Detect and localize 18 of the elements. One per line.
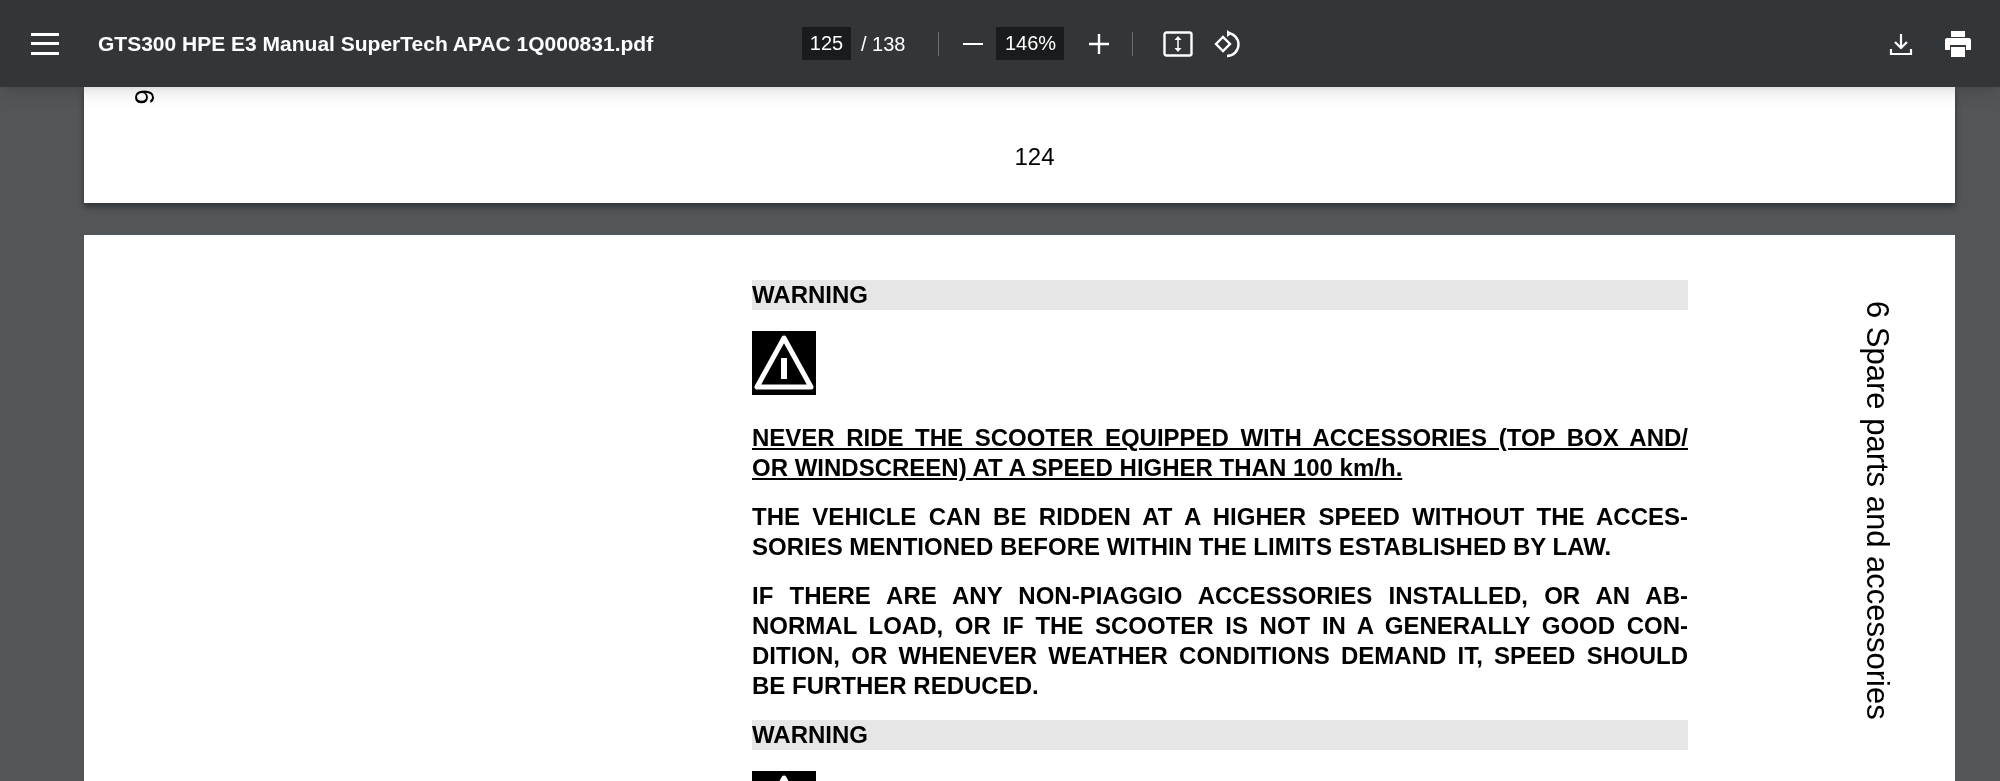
page-count: / 138 <box>861 31 906 57</box>
warning-text: IF THERE ARE ANY NON-PIAGGIO ACCESSORIES INSTALLED, OR AN AB- NORMAL LOAD, OR IF THE SCOOTER IS NOT IN A GENERALLY GOOD CON- DITION, OR WHENEVER WEATHER CONDITIONS DEMAND IT, SPEED SHOULD BE FURTHER REDUCED. <box>752 581 1688 701</box>
page-number: 124 <box>1014 142 1055 172</box>
document-title: GTS300 HPE E3 Manual SuperTech APAC 1Q000831.pdf <box>98 30 655 57</box>
zoom-field[interactable]: 146% <box>996 27 1065 60</box>
chapter-title: 6 Spare parts and accessories <box>1862 301 1893 720</box>
zoom-in-icon[interactable] <box>1088 32 1111 55</box>
chapter-number: 6 <box>130 89 158 105</box>
page-number-field[interactable]: 125 <box>802 27 851 60</box>
warning-heading: WARNING <box>752 280 1688 310</box>
warning-heading: WARNING <box>752 720 1688 750</box>
warning-text: NEVER RIDE THE SCOOTER EQUIPPED WITH ACCESSORIES (TOP BOX AND/ OR WINDSCREEN) AT A SPEED HIGHER THAN 100 km/h. <box>752 423 1688 483</box>
download-icon[interactable] <box>1889 31 1913 56</box>
fit-page-icon[interactable] <box>1163 30 1194 57</box>
print-icon[interactable] <box>1943 29 1973 58</box>
warning-icon <box>752 331 816 395</box>
warning-text: THE VEHICLE CAN BE RIDDEN AT A HIGHER SPEED WITHOUT THE ACCES- SORIES MENTIONED BEFORE WITHIN THE LIMITS ESTABLISHED BY LAW. <box>752 502 1688 562</box>
menu-icon[interactable] <box>31 32 59 55</box>
